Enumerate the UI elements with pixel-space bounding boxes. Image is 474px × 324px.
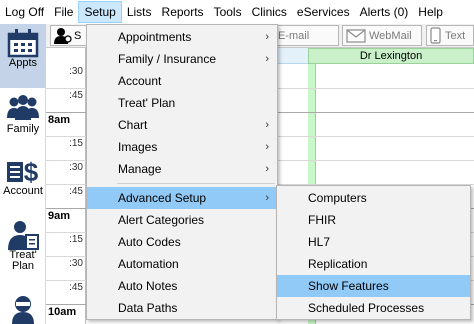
menu-item-label: Manage xyxy=(118,162,162,176)
menu-item-show-features[interactable]: Show Features xyxy=(277,275,470,297)
menu-item-label: FHIR xyxy=(308,213,336,227)
menu-item-label: Show Features xyxy=(308,279,389,293)
patient-button-label: S xyxy=(74,29,82,42)
submenu-arrow-icon: › xyxy=(265,141,269,153)
menu-item-automation[interactable]: Automation xyxy=(87,253,277,275)
calendar-icon xyxy=(7,29,39,58)
time-slot: :45 xyxy=(69,282,83,293)
treatment-plan-icon xyxy=(8,221,39,250)
menu-item-account[interactable]: Account xyxy=(87,70,277,92)
envelope-icon xyxy=(346,28,366,43)
menu-tools[interactable]: Tools xyxy=(209,1,247,23)
submenu-arrow-icon: › xyxy=(265,192,269,204)
menu-item-data-paths[interactable]: Data Paths xyxy=(87,297,277,319)
webmail-button[interactable]: WebMail xyxy=(342,25,422,46)
menu-item-hl7[interactable]: HL7 xyxy=(277,231,470,253)
menu-item-images[interactable]: Images › xyxy=(87,136,277,158)
menu-item-label: Family / Insurance xyxy=(118,52,217,66)
module-appts[interactable]: Appts xyxy=(0,24,46,88)
svg-text:$: $ xyxy=(24,157,39,186)
email-label: E-mail xyxy=(278,29,310,42)
submenu-arrow-icon: › xyxy=(265,31,269,43)
text-button[interactable]: Text xyxy=(426,25,474,46)
module-label: Appts xyxy=(8,57,38,69)
menu-setup[interactable]: Setup xyxy=(78,1,122,23)
submenu-arrow-icon: › xyxy=(265,53,269,65)
time-slot: :15 xyxy=(69,138,83,149)
menu-item-label: Automation xyxy=(118,257,179,271)
dollar-icon: $ xyxy=(7,157,39,186)
module-account[interactable]: $ Account xyxy=(0,152,46,210)
module-bar: Appts Family $ Account Treat' Plan xyxy=(0,24,46,324)
time-slot: :30 xyxy=(69,162,83,173)
menu-item-label: Replication xyxy=(308,257,368,271)
module-chart[interactable] xyxy=(0,290,46,324)
menu-item-label: Appointments xyxy=(118,30,192,44)
menu-item-computers[interactable]: Computers xyxy=(277,187,470,209)
menu-item-label: Data Paths xyxy=(118,301,178,315)
menu-clinics[interactable]: Clinics xyxy=(247,1,292,23)
provider-header: Dr Lexington xyxy=(308,48,474,64)
menu-help[interactable]: Help xyxy=(413,1,448,23)
phone-icon xyxy=(430,27,441,44)
menu-item-label: Alert Categories xyxy=(118,213,205,227)
menu-item-label: Images xyxy=(118,140,158,154)
advanced-setup-submenu: Computers FHIR HL7 Replication Show Feat… xyxy=(276,185,471,320)
menu-item-label: Auto Notes xyxy=(118,279,178,293)
module-treat-plan[interactable]: Treat' Plan xyxy=(0,216,46,286)
module-label: Account xyxy=(3,185,43,197)
patient-icon xyxy=(54,28,72,44)
menu-item-family-insurance[interactable]: Family / Insurance › xyxy=(87,48,277,70)
menu-log-off[interactable]: Log Off xyxy=(0,1,49,23)
menu-lists[interactable]: Lists xyxy=(122,1,157,23)
time-slot: 9am xyxy=(48,210,71,222)
email-button[interactable]: E-mail xyxy=(274,25,339,46)
menu-item-manage[interactable]: Manage › xyxy=(87,158,277,180)
menu-bar: Log Off File Setup Lists Reports Tools C… xyxy=(0,0,474,24)
select-patient-button[interactable]: S xyxy=(50,25,90,46)
menu-item-auto-notes[interactable]: Auto Notes xyxy=(87,275,277,297)
menu-item-auto-codes[interactable]: Auto Codes xyxy=(87,231,277,253)
module-label: Family xyxy=(6,123,40,135)
time-column: :30 :45 8am :15 :30 :45 9am :15 :30 :45 … xyxy=(46,48,86,324)
menu-separator xyxy=(117,183,275,184)
chart-icon xyxy=(12,296,34,324)
setup-menu: Appointments › Family / Insurance › Acco… xyxy=(86,24,278,320)
menu-item-chart[interactable]: Chart › xyxy=(87,114,277,136)
time-slot: 10am xyxy=(48,306,77,318)
menu-item-scheduled-processes[interactable]: Scheduled Processes xyxy=(277,297,470,319)
time-slot: :15 xyxy=(69,234,83,245)
family-icon xyxy=(7,95,39,120)
submenu-arrow-icon: › xyxy=(265,119,269,131)
menu-item-label: Treat' Plan xyxy=(118,96,176,110)
menu-reports[interactable]: Reports xyxy=(157,1,209,23)
menu-item-label: Scheduled Processes xyxy=(308,301,425,315)
menu-item-fhir[interactable]: FHIR xyxy=(277,209,470,231)
menu-item-appointments[interactable]: Appointments › xyxy=(87,26,277,48)
menu-item-label: Computers xyxy=(308,191,367,205)
module-family[interactable]: Family xyxy=(0,90,46,146)
submenu-arrow-icon: › xyxy=(265,163,269,175)
menu-file[interactable]: File xyxy=(49,1,78,23)
menu-item-replication[interactable]: Replication xyxy=(277,253,470,275)
menu-eservices[interactable]: eServices xyxy=(292,1,355,23)
module-label: Treat' Plan xyxy=(9,249,37,272)
menu-item-label: HL7 xyxy=(308,235,331,249)
menu-alerts[interactable]: Alerts (0) xyxy=(355,1,414,23)
time-slot: :45 xyxy=(69,90,83,101)
menu-item-label: Chart xyxy=(118,118,148,132)
menu-item-label: Auto Codes xyxy=(118,235,181,249)
text-label: Text xyxy=(445,29,466,42)
time-slot: :45 xyxy=(69,186,83,197)
time-slot: :30 xyxy=(69,258,83,269)
menu-item-treat-plan[interactable]: Treat' Plan xyxy=(87,92,277,114)
time-slot: :30 xyxy=(69,66,83,77)
menu-item-label: Advanced Setup xyxy=(118,191,207,205)
time-slot: 8am xyxy=(48,114,71,126)
menu-item-advanced-setup[interactable]: Advanced Setup › xyxy=(87,187,277,209)
menu-item-alert-categories[interactable]: Alert Categories xyxy=(87,209,277,231)
menu-item-label: Account xyxy=(118,74,162,88)
webmail-label: WebMail xyxy=(369,29,412,42)
